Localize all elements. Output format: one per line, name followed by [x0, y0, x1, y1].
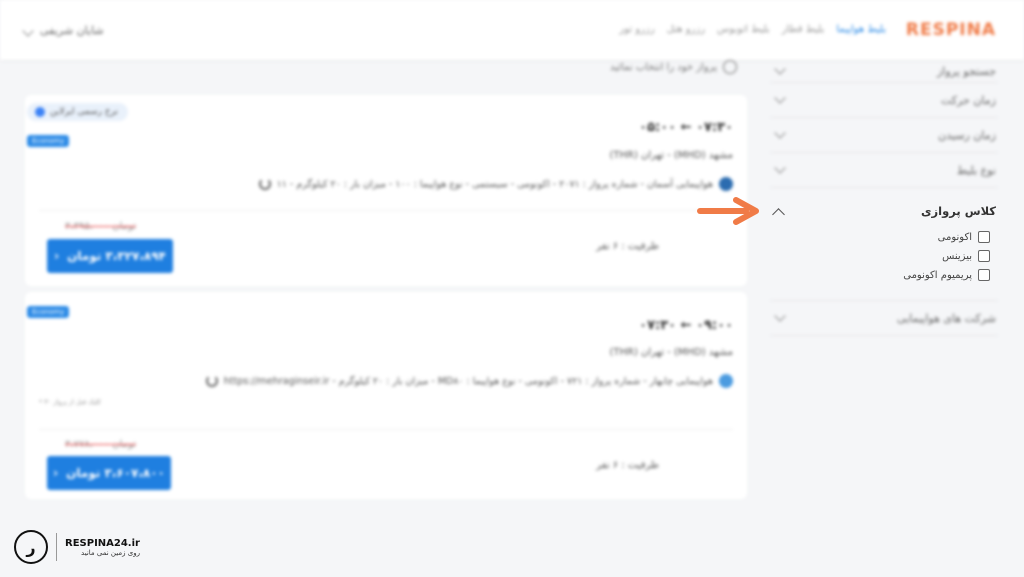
nav-train[interactable]: بلیط قطار — [782, 24, 825, 35]
user-name: شایان شریفی — [40, 24, 104, 37]
flight-route: مشهد (MHD) - تهران (THR) — [609, 150, 733, 161]
checkbox[interactable] — [978, 231, 990, 243]
class-option-business[interactable]: بیزینس — [903, 250, 990, 262]
respina-logo[interactable]: RESPINA — [906, 20, 996, 40]
card-divider — [39, 210, 733, 211]
filter-search[interactable]: جستجو پرواز — [770, 60, 998, 83]
watermark: ر RESPINA24.ir روی زمین نمی مانید — [14, 530, 140, 564]
select-flight-hint: پرواز خود را انتخاب نمائید — [610, 60, 738, 74]
flight-info: هواپیمایی چابهار - شماره پرواز : ۷۲۱ - ا… — [205, 374, 733, 388]
chevron-down-icon — [22, 24, 34, 37]
select-price-button[interactable]: ۳،۳۲۷،۸۹۴ تومان ‹ — [47, 239, 173, 273]
info-icon — [723, 60, 738, 74]
airline-logo-icon — [719, 177, 733, 191]
filter-ticket-type[interactable]: نوع بلیط — [770, 153, 998, 188]
flight-times: ۰۹:۰۰ ← ۰۷:۳۰ — [639, 318, 733, 333]
nav-bus[interactable]: بلیط اتوبوس — [717, 24, 770, 35]
airline-logo-icon — [719, 374, 733, 388]
chevron-left-icon: ‹ — [54, 249, 60, 263]
checkbox[interactable] — [978, 250, 990, 262]
watermark-divider — [56, 533, 57, 561]
flight-info: هواپیمایی آسمان - شماره پرواز : ۲۰۷۱ - ا… — [258, 177, 733, 191]
old-price: ۳،۷۷۸،۰۰۰ تومان — [65, 439, 136, 450]
flight-route: مشهد (MHD) - تهران (THR) — [609, 347, 733, 358]
check-badge-icon — [35, 107, 45, 117]
flight-times: ۰۷:۳۰ ← ۰۵:۰۰ — [639, 120, 733, 135]
blurred-background: RESPINA بلیط هواپیما بلیط قطار بلیط اتوب… — [0, 0, 1024, 577]
economy-badge: Economy — [27, 306, 70, 318]
pointer-arrow-icon — [697, 197, 759, 225]
flight-note: * ۳۰ کلیک قبل از پرواز — [39, 398, 102, 406]
nav-tour[interactable]: رزرو تور — [619, 24, 654, 35]
main-nav: بلیط هواپیما بلیط قطار بلیط اتوبوس رزرو … — [619, 24, 886, 35]
class-option-economy[interactable]: اکونومی — [903, 231, 990, 243]
chevron-down-icon — [774, 162, 786, 174]
class-option-premium-economy[interactable]: پریمیوم اکونومی — [903, 269, 990, 281]
filter-departure-time[interactable]: زمان حرکت — [770, 83, 998, 118]
filter-airlines[interactable]: شرکت های هواپیمایی — [770, 301, 998, 336]
filter-sidebar: جستجو پرواز زمان حرکت زمان رسیدن نوع بلی… — [770, 60, 998, 336]
checkbox[interactable] — [978, 269, 990, 281]
class-options: اکونومی بیزینس پریمیوم اکونومی — [903, 231, 990, 281]
card-divider — [39, 429, 733, 430]
watermark-brand: RESPINA24.ir — [65, 537, 140, 549]
refresh-icon[interactable] — [258, 178, 271, 190]
economy-badge: Economy — [27, 135, 70, 147]
chevron-down-icon — [774, 310, 786, 322]
filter-arrival-time[interactable]: زمان رسیدن — [770, 118, 998, 153]
nav-flight[interactable]: بلیط هواپیما — [836, 24, 886, 35]
chevron-down-icon — [774, 63, 786, 75]
respina24-logo-icon: ر — [14, 530, 48, 564]
refresh-icon[interactable] — [205, 375, 218, 387]
flight-card[interactable]: Economy ۰۹:۰۰ ← ۰۷:۳۰ مشهد (MHD) - تهران… — [25, 292, 747, 499]
chevron-left-icon: ‹ — [53, 466, 59, 480]
user-menu[interactable]: شایان شریفی — [22, 24, 104, 37]
watermark-tagline: روی زمین نمی مانید — [81, 548, 140, 557]
capacity: ظرفیت : ۶ نفر — [596, 460, 659, 471]
official-rate-tag: نرخ رسمی ایرلاین — [27, 103, 129, 121]
nav-hotel[interactable]: رزرو هتل — [667, 24, 705, 35]
class-filter-title[interactable]: کلاس پروازی — [921, 204, 996, 218]
select-price-button[interactable]: ۳،۶۰۷،۸۰۰ تومان ‹ — [47, 456, 171, 490]
chevron-down-icon — [774, 127, 786, 139]
top-header: RESPINA بلیط هواپیما بلیط قطار بلیط اتوب… — [0, 0, 1024, 60]
chevron-down-icon — [774, 92, 786, 104]
flight-card[interactable]: نرخ رسمی ایرلاین Economy ۰۷:۳۰ ← ۰۵:۰۰ م… — [25, 95, 747, 286]
old-price: ۳،۳۹۵،۰۰۰ تومان — [65, 221, 136, 232]
capacity: ظرفیت : ۶ نفر — [596, 241, 659, 252]
